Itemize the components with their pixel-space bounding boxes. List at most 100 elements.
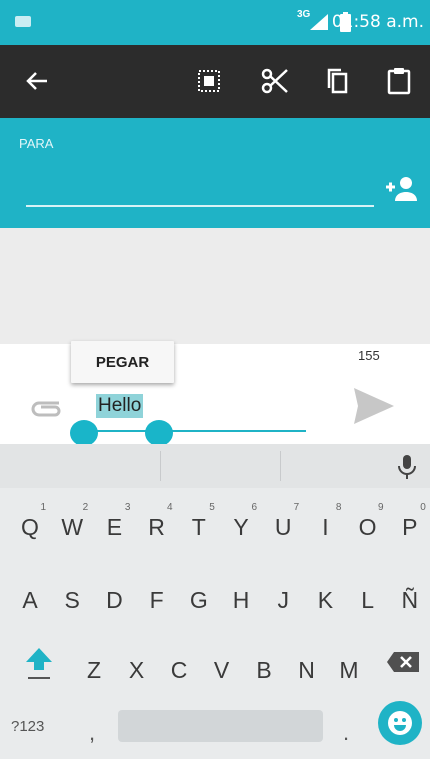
key-number-hint: 0 xyxy=(420,502,426,513)
select-all-icon[interactable] xyxy=(190,62,228,100)
key-number-hint: 7 xyxy=(293,502,300,513)
key-label: R xyxy=(148,514,165,540)
key-label: F xyxy=(149,587,164,613)
key[interactable]: Q1 xyxy=(12,500,48,550)
key[interactable]: Z xyxy=(76,643,112,693)
compose-bar: 155 Hello xyxy=(0,344,430,446)
key[interactable]: P0 xyxy=(392,500,428,550)
copy-icon[interactable] xyxy=(318,62,356,100)
key-number-hint: 9 xyxy=(378,502,384,513)
key-number-hint: 2 xyxy=(82,502,89,513)
key-label: Ñ xyxy=(401,587,419,613)
shift-icon[interactable] xyxy=(24,646,54,682)
backspace-icon[interactable] xyxy=(386,651,420,673)
key[interactable]: N xyxy=(289,643,325,693)
key-label: Q xyxy=(21,514,39,540)
key[interactable]: I8 xyxy=(307,500,343,550)
message-notification-icon xyxy=(15,16,31,27)
key-number-hint: 8 xyxy=(335,502,342,513)
symbols-key[interactable]: ?123 xyxy=(11,718,44,735)
key[interactable]: U7 xyxy=(265,500,301,550)
key[interactable]: A xyxy=(12,573,48,623)
key-number-hint: 3 xyxy=(124,502,131,513)
key-label: K xyxy=(317,587,334,613)
signal-icon xyxy=(310,14,328,30)
key-number-hint: 6 xyxy=(251,502,257,513)
key[interactable]: O9 xyxy=(350,500,386,550)
key-label: N xyxy=(298,657,315,683)
key[interactable]: Ñ xyxy=(392,573,428,623)
attach-icon[interactable] xyxy=(29,396,63,420)
key-label: V xyxy=(213,657,230,683)
key-label: X xyxy=(128,657,145,683)
action-bar xyxy=(0,45,430,118)
microphone-icon[interactable] xyxy=(396,454,418,480)
keyboard: Q1W2E3R4T5Y6U7I8O9P0 ASDFGHJKLÑ ZXCVBNM … xyxy=(0,444,430,759)
key-label: E xyxy=(106,514,123,540)
selection-handle-end[interactable] xyxy=(145,420,173,446)
message-input[interactable]: Hello xyxy=(96,394,144,418)
space-key[interactable] xyxy=(118,710,323,742)
key[interactable]: F xyxy=(139,573,175,623)
send-icon[interactable] xyxy=(352,386,396,426)
key-label: W xyxy=(61,514,84,540)
paste-button[interactable]: PEGAR xyxy=(71,341,174,383)
key[interactable]: R4 xyxy=(139,500,175,550)
key[interactable]: H xyxy=(223,573,259,623)
key-label: M xyxy=(339,657,359,683)
key-label: H xyxy=(232,587,250,613)
network-type: 3G xyxy=(297,9,311,20)
suggestion-strip xyxy=(0,444,430,488)
selection-handle-start[interactable] xyxy=(70,420,98,446)
key-label: A xyxy=(22,587,38,613)
key-label: G xyxy=(189,587,208,613)
key-label: O xyxy=(358,514,377,540)
key-label: Z xyxy=(86,657,102,683)
key-label: J xyxy=(277,587,289,613)
key[interactable]: K xyxy=(307,573,343,623)
key[interactable]: L xyxy=(350,573,386,623)
conversation-area xyxy=(0,228,430,344)
key-label: I xyxy=(322,514,329,540)
recipient-input[interactable] xyxy=(26,205,374,207)
key-label: S xyxy=(64,587,80,613)
comma-key[interactable]: , xyxy=(89,720,95,746)
key[interactable]: W2 xyxy=(54,500,90,550)
key-label: D xyxy=(106,587,123,613)
key-label: C xyxy=(170,657,188,683)
clock: 01:58 a.m. xyxy=(331,12,424,32)
recipient-label: PARA xyxy=(19,136,54,151)
key[interactable]: B xyxy=(246,643,282,693)
key[interactable]: D xyxy=(96,573,132,623)
key[interactable]: G xyxy=(181,573,217,623)
key-number-hint: 5 xyxy=(209,502,215,513)
key-label: Y xyxy=(233,514,249,540)
key[interactable]: V xyxy=(204,643,240,693)
emoji-icon xyxy=(388,711,412,735)
key[interactable]: S xyxy=(54,573,90,623)
back-arrow-icon[interactable] xyxy=(18,62,56,100)
key-label: B xyxy=(256,657,272,683)
key[interactable]: C xyxy=(161,643,197,693)
suggestion-divider xyxy=(160,451,161,481)
key-label: U xyxy=(274,514,292,540)
status-bar: 3G 01:58 a.m. xyxy=(0,0,430,45)
paste-clipboard-icon[interactable] xyxy=(380,62,418,100)
key-label: P xyxy=(402,514,418,540)
key[interactable]: X xyxy=(119,643,155,693)
cut-icon[interactable] xyxy=(256,62,294,100)
key[interactable]: E3 xyxy=(96,500,132,550)
key[interactable]: J xyxy=(265,573,301,623)
recipient-area: PARA xyxy=(0,118,430,228)
key[interactable]: M xyxy=(331,643,367,693)
emoji-key[interactable] xyxy=(378,701,422,745)
message-input-underline xyxy=(80,430,306,432)
key[interactable]: T5 xyxy=(181,500,217,550)
period-key[interactable]: . xyxy=(343,720,349,746)
character-counter: 155 xyxy=(358,348,380,363)
add-contact-icon[interactable] xyxy=(385,174,419,204)
key[interactable]: Y6 xyxy=(223,500,259,550)
suggestion-divider xyxy=(280,451,281,481)
key-number-hint: 4 xyxy=(167,502,173,513)
key-label: L xyxy=(361,587,374,613)
